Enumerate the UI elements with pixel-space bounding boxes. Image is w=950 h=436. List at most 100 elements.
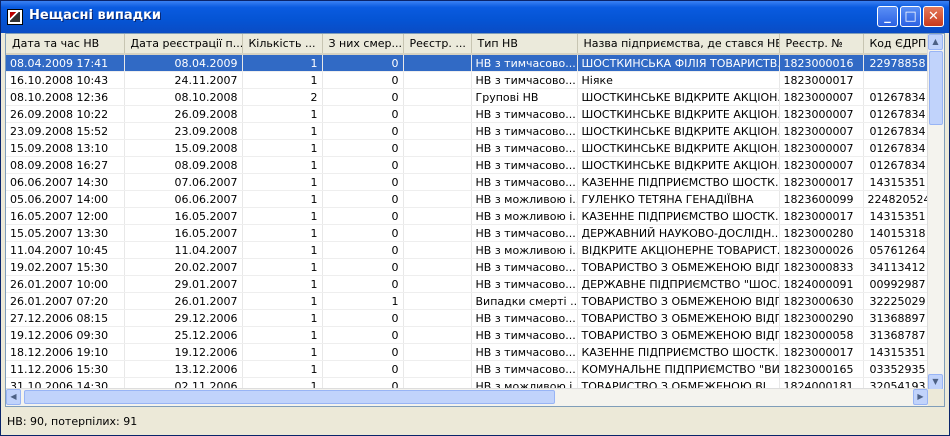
close-icon: ✕ (928, 9, 939, 24)
table-cell: ВІДКРИТЕ АКЦІОНЕРНЕ ТОВАРИСТ... (577, 241, 780, 259)
title-bar[interactable]: Нещасні випадки _ □ ✕ (1, 1, 949, 33)
table-cell (403, 156, 472, 174)
table-cell: КАЗЕННЕ ПІДПРИЄМСТВО ШОСТК... (577, 207, 780, 225)
vertical-scrollbar[interactable]: ▲ ▼ (927, 34, 944, 390)
table-row[interactable]: 18.12.2006 19:10 19.12.2006 1 0 НВ з тимчасо… (6, 343, 931, 361)
close-button[interactable]: ✕ (923, 6, 944, 27)
table-cell: КАЗЕННЕ ПІДПРИЄМСТВО ШОСТК... (577, 173, 780, 191)
table-cell: НВ з тимчасово... (471, 224, 578, 242)
table-cell: НВ з тимчасово... (471, 326, 578, 344)
table-cell (403, 292, 472, 310)
table-cell: 26.01.2007 (124, 292, 243, 310)
scroll-left-arrow[interactable]: ◀ (6, 389, 21, 405)
table-row[interactable]: 16.05.2007 12:00 16.05.2007 1 0 НВ з можливо… (6, 207, 931, 225)
table-cell (403, 207, 472, 225)
table-cell: 16.05.2007 12:00 (6, 207, 125, 225)
table-cell: НВ з тимчасово... (471, 258, 578, 276)
column-header[interactable]: Тип НВ (471, 34, 578, 55)
table-cell: 29.12.2006 (124, 309, 243, 327)
chevron-up-icon: ▲ (932, 37, 939, 46)
table-cell: КОМУНАЛЬНЕ ПІДПРИЄМСТВО "ВИ... (577, 360, 780, 378)
column-header[interactable]: Реєстр. ... (403, 34, 472, 55)
table-row[interactable]: 16.10.2008 10:43 24.11.2007 1 0 НВ з тимчасо… (6, 71, 931, 89)
table-cell: 0 (322, 190, 404, 208)
table-cell: 0 (322, 71, 404, 89)
table-cell: 1823600099 (779, 190, 864, 208)
vertical-scroll-thumb[interactable] (929, 51, 943, 125)
table-cell: 1 (242, 275, 323, 293)
table-cell: ШОСТКИНСЬКЕ ВІДКРИТЕ АКЦІОН... (577, 88, 780, 106)
table-cell: 08.04.2009 17:41 (6, 54, 125, 72)
table-cell: НВ з можливою і... (471, 190, 578, 208)
scroll-up-arrow[interactable]: ▲ (928, 34, 943, 50)
table-row[interactable]: 23.09.2008 15:52 23.09.2008 1 0 НВ з тимчасо… (6, 122, 931, 140)
table-cell: НВ з тимчасово... (471, 309, 578, 327)
table-cell: 06.06.2007 14:30 (6, 173, 125, 191)
table-cell: ДЕРЖАВНЕ ПІДПРИЄМСТВО "ШОС... (577, 275, 780, 293)
table-row[interactable]: 15.09.2008 13:10 15.09.2008 1 0 НВ з тимчасо… (6, 139, 931, 157)
table-row[interactable]: 11.04.2007 10:45 11.04.2007 1 0 НВ з можливо… (6, 241, 931, 259)
table-row[interactable]: 27.12.2006 08:15 29.12.2006 1 0 НВ з тимчасо… (6, 309, 931, 327)
header-row: Дата та час НВ Дата реєстрації п... Кіль… (6, 34, 931, 55)
table-row[interactable]: 26.09.2008 10:22 26.09.2008 1 0 НВ з тимчасо… (6, 105, 931, 123)
column-header[interactable]: Кількість ... (242, 34, 323, 55)
table-cell: 0 (322, 309, 404, 327)
table-cell: 03352935 (863, 360, 931, 378)
table-row[interactable]: 15.05.2007 13:30 16.05.2007 1 0 НВ з тимчасо… (6, 224, 931, 242)
column-header[interactable]: З них смер... (322, 34, 404, 55)
table-cell: 25.12.2006 (124, 326, 243, 344)
table-cell: НВ з тимчасово... (471, 173, 578, 191)
table-cell: 23.09.2008 15:52 (6, 122, 125, 140)
scroll-right-arrow[interactable]: ▶ (913, 389, 928, 405)
table-cell: 16.10.2008 10:43 (6, 71, 125, 89)
table-cell: 16.05.2007 (124, 224, 243, 242)
table-cell: 1 (242, 360, 323, 378)
table-row[interactable]: 26.01.2007 07:20 26.01.2007 1 1 Випадки смер… (6, 292, 931, 310)
table-row[interactable]: 19.12.2006 09:30 25.12.2006 1 0 НВ з тимчасо… (6, 326, 931, 344)
table-row[interactable]: 11.12.2006 15:30 13.12.2006 1 0 НВ з тимчасо… (6, 360, 931, 378)
table-cell: 0 (322, 122, 404, 140)
table-row[interactable]: 08.10.2008 12:36 08.10.2008 2 0 Групові НВ ШО… (6, 88, 931, 106)
table-cell: 11.04.2007 (124, 241, 243, 259)
status-bar: НВ: 90, потерпілих: 91 (5, 411, 947, 433)
chevron-down-icon: ▼ (932, 377, 939, 386)
column-header[interactable]: Код ЄДРП... (863, 34, 931, 55)
table-cell: 1823000017 (779, 71, 864, 89)
table-cell: 15.05.2007 13:30 (6, 224, 125, 242)
table-row[interactable]: 06.06.2007 14:30 07.06.2007 1 0 НВ з тимчасо… (6, 173, 931, 191)
table-cell: ШОСТКИНСЬКЕ ВІДКРИТЕ АКЦІОН... (577, 122, 780, 140)
column-header[interactable]: Назва підприємства, де стався НВ (577, 34, 780, 55)
table-row[interactable]: 08.04.2009 17:41 08.04.2009 1 0 НВ з тимчасо… (6, 54, 931, 72)
table-cell: Групові НВ (471, 88, 578, 106)
table-cell: 1 (242, 71, 323, 89)
table-cell (863, 71, 931, 89)
horizontal-scroll-thumb[interactable] (24, 390, 555, 404)
table-row[interactable]: 08.09.2008 16:27 08.09.2008 1 0 НВ з тимчасо… (6, 156, 931, 174)
table-cell: 22978858 (863, 54, 931, 72)
table-cell: 1823000017 (779, 173, 864, 191)
table-row[interactable]: 19.02.2007 15:30 20.02.2007 1 0 НВ з тимчасо… (6, 258, 931, 276)
table-cell: 26.01.2007 07:20 (6, 292, 125, 310)
column-header[interactable]: Дата реєстрації п... (124, 34, 243, 55)
table-cell: 01267834 (863, 156, 931, 174)
table-cell: ТОВАРИСТВО З ОБМЕЖЕНОЮ ВІДП... (577, 258, 780, 276)
minimize-button[interactable]: _ (877, 6, 898, 27)
table-row[interactable]: 26.01.2007 10:00 29.01.2007 1 0 НВ з тимчасо… (6, 275, 931, 293)
column-header[interactable]: Реєстр. № (779, 34, 864, 55)
table-cell (403, 326, 472, 344)
table-cell: 23.09.2008 (124, 122, 243, 140)
table-cell: ГУЛЕНКО ТЕТЯНА ГЕНАДІЇВНА (577, 190, 780, 208)
column-header[interactable]: Дата та час НВ (6, 34, 125, 55)
table-row[interactable]: 05.06.2007 14:00 06.06.2007 1 0 НВ з можливо… (6, 190, 931, 208)
table-cell: 1823000290 (779, 309, 864, 327)
table-cell: 19.02.2007 15:30 (6, 258, 125, 276)
table-cell (403, 241, 472, 259)
table-cell: 1 (242, 258, 323, 276)
maximize-button[interactable]: □ (900, 6, 921, 27)
horizontal-scrollbar[interactable]: ◀ ▶ (6, 388, 928, 406)
table-cell: 1 (322, 292, 404, 310)
scroll-down-arrow[interactable]: ▼ (928, 374, 943, 390)
table-cell: ШОСТКИНСЬКА ФІЛІЯ ТОВАРИСТВ... (577, 54, 780, 72)
table-cell: 2 (242, 88, 323, 106)
table-cell: 01267834 (863, 139, 931, 157)
